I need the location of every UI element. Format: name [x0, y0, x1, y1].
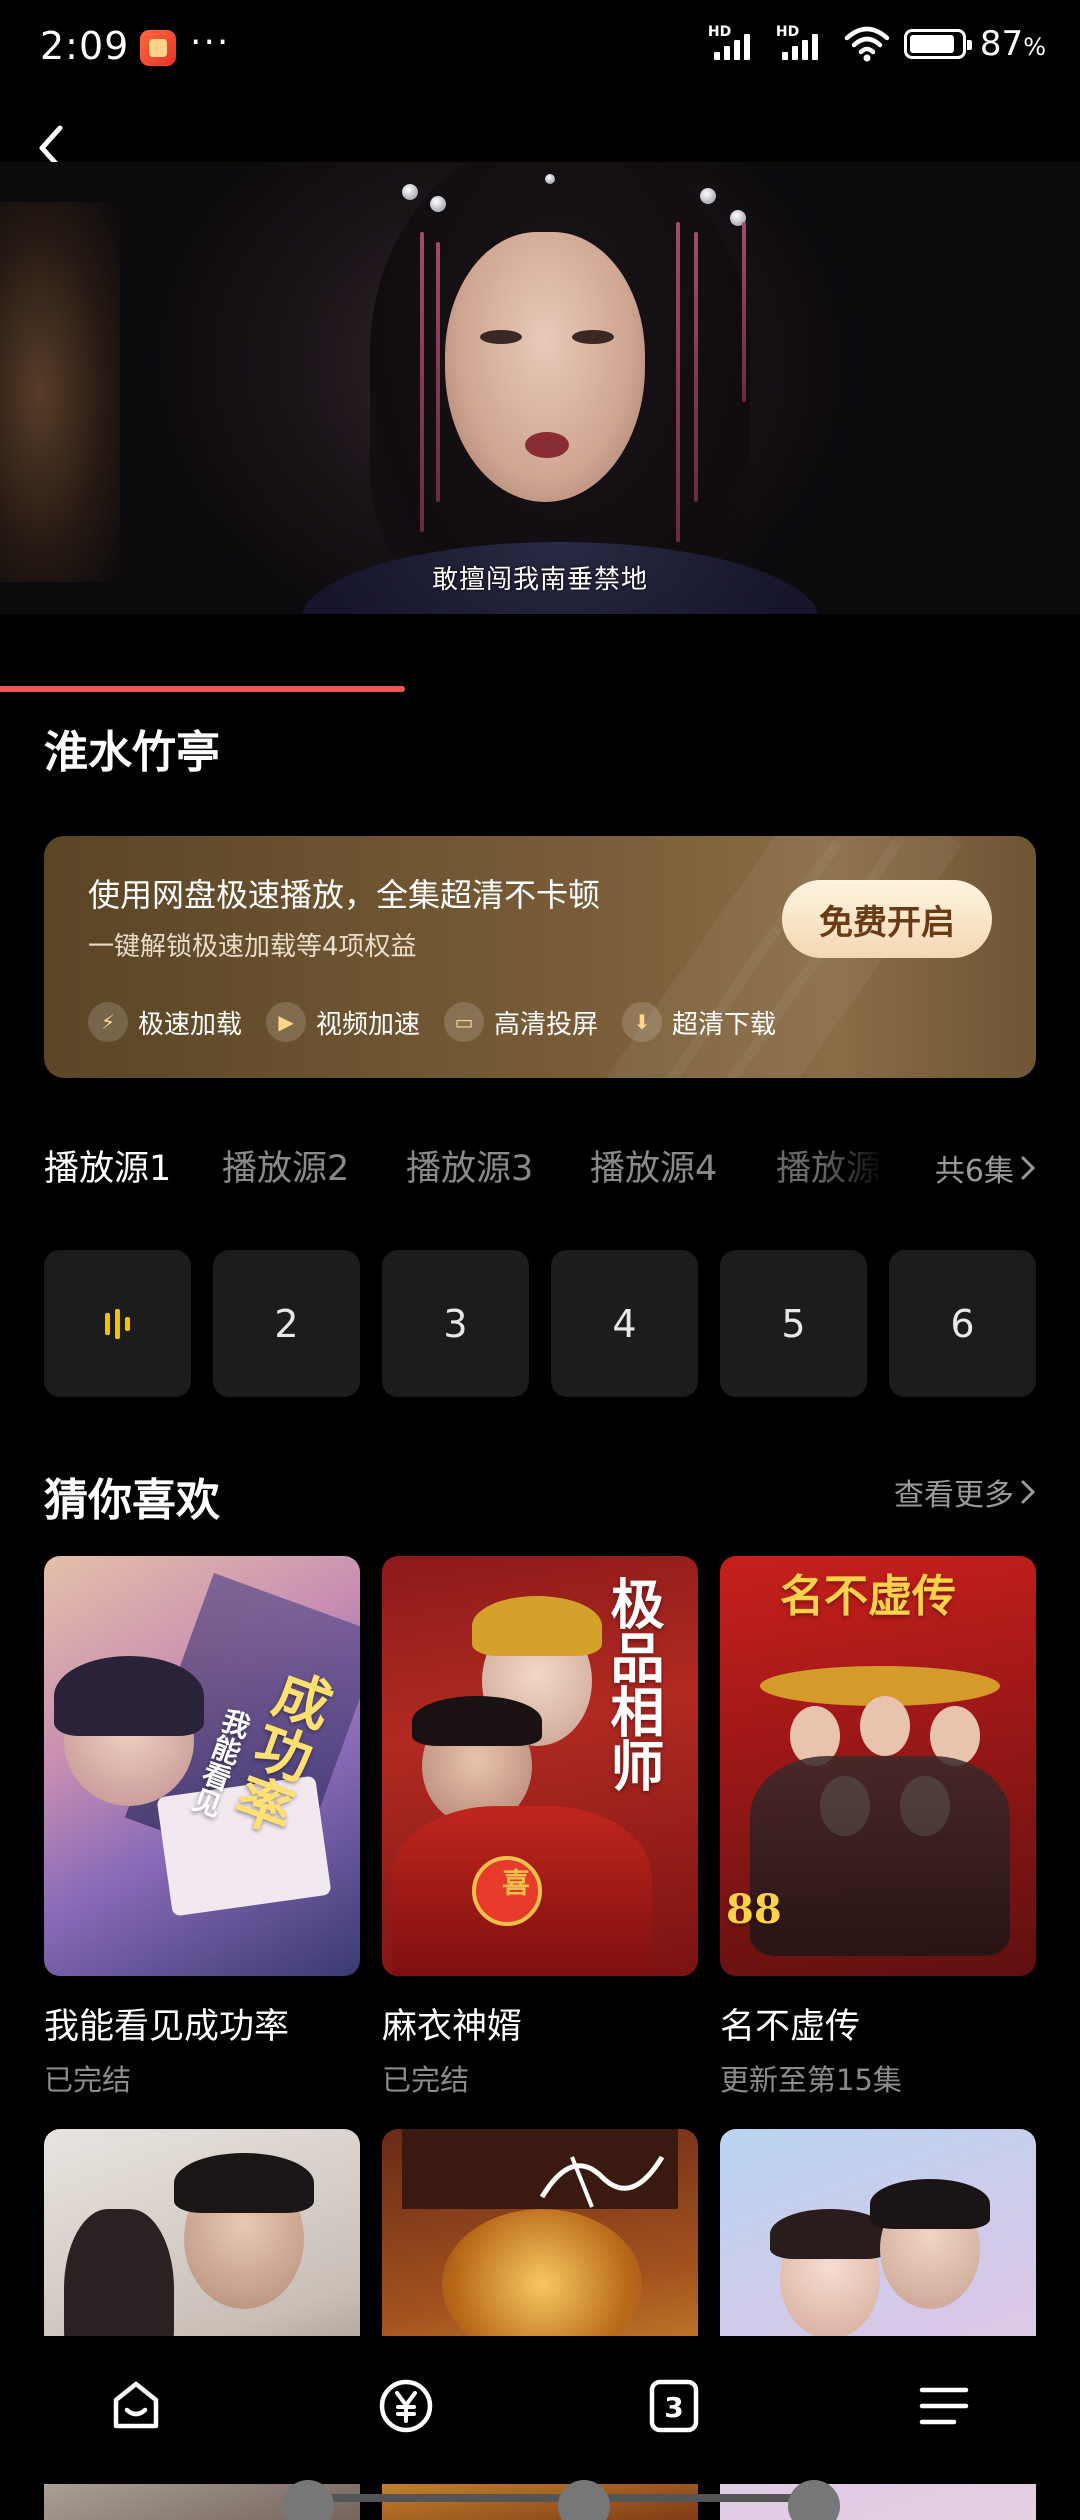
view-more-link[interactable]: 查看更多: [894, 1470, 1036, 1514]
tab-source-2[interactable]: 播放源2: [222, 1140, 349, 1191]
app-notification-icon: [140, 30, 176, 66]
home-icon: [113, 2381, 159, 2429]
recommend-card[interactable]: 极品相师 喜 麻衣神婿 已完结: [382, 1556, 698, 2099]
episode-4-button[interactable]: 4: [551, 1250, 698, 1397]
episode-list: 2 3 4 5 6: [44, 1250, 1036, 1397]
video-subtitle: 敢擅闯我南垂禁地: [431, 565, 648, 595]
view-more-label: 查看更多: [894, 1478, 1014, 1513]
video-player[interactable]: 敢擅闯我南垂禁地: [0, 162, 1080, 614]
nav-wallet-button[interactable]: [366, 2366, 446, 2446]
card-title: 名不虚传: [720, 2007, 861, 2047]
more-notifications-icon: ···: [190, 22, 231, 63]
signal-icon: HD: [708, 24, 762, 64]
cast-icon: ▭: [444, 1002, 485, 1042]
wifi-icon: [844, 26, 890, 62]
recommend-card[interactable]: 名不虚传 88 名不虚传 更新至第15集: [720, 1556, 1036, 2099]
poster-image: 成功率 我能看见: [44, 1556, 360, 1976]
episode-2-button[interactable]: 2: [213, 1250, 360, 1397]
episode-6-button[interactable]: 6: [889, 1250, 1036, 1397]
chevron-right-icon: [1021, 1480, 1036, 1504]
playback-progress-fill: [0, 686, 405, 692]
status-bar: 2:09 ··· HD HD 87%: [0, 0, 1080, 96]
card-status: 更新至第15集: [720, 2063, 902, 2097]
episode-total-link[interactable]: 共6集: [935, 1146, 1036, 1190]
episode-count-badge: 3: [664, 2391, 683, 2424]
poster-image: 极品相师 喜: [382, 1556, 698, 1976]
episode-total-label: 共6集: [934, 1154, 1014, 1189]
feature-hd-cast: ▭ 高清投屏: [444, 1002, 598, 1042]
poster-subtitle-art: 88: [726, 1886, 782, 1933]
promo-subtitle: 一键解锁极速加载等4项权益: [88, 932, 417, 962]
free-enable-button[interactable]: 免费开启: [782, 880, 992, 958]
poster-title-art: 极品相师: [601, 1576, 665, 1792]
recommend-card[interactable]: 成功率 我能看见 我能看见成功率 已完结: [44, 1556, 360, 2099]
episode-1-button[interactable]: [44, 1250, 191, 1397]
poster-image: 名不虚传 88: [720, 1556, 1036, 1976]
tab-source-3[interactable]: 播放源3: [406, 1140, 533, 1191]
status-time: 2:09: [40, 24, 130, 68]
menu-icon: [919, 2387, 969, 2425]
nav-menu-button[interactable]: [904, 2366, 984, 2446]
battery-icon: [903, 29, 972, 59]
episode-5-button[interactable]: 5: [720, 1250, 867, 1397]
card-title: 我能看见成功率: [44, 2007, 290, 2047]
playback-progress[interactable]: [0, 686, 1080, 692]
fast-forward-icon: ▶: [266, 1002, 307, 1042]
card-title: 麻衣神婿: [382, 2007, 523, 2047]
feature-label: 高清投屏: [494, 1009, 599, 1040]
feature-video-speed: ▶ 视频加速: [266, 1002, 420, 1042]
now-playing-icon: [105, 1308, 130, 1339]
battery-percent: 87%: [979, 24, 1046, 64]
poster-title-art: 名不虚传: [780, 1571, 956, 1622]
tab-source-1[interactable]: 播放源1: [44, 1140, 171, 1191]
calligraphy-art-icon: [539, 2155, 665, 2208]
chevron-right-icon: [1021, 1156, 1036, 1180]
poster-subtitle-art: 喜: [498, 1868, 531, 1896]
show-title: 淮水竹亭: [44, 727, 220, 778]
lightning-icon: ⚡: [88, 1002, 128, 1042]
feature-label: 视频加速: [316, 1009, 421, 1040]
source-tabs: 播放源1 播放源2 播放源3 播放源4 播放源5: [44, 1140, 1036, 1196]
tab-source-4[interactable]: 播放源4: [590, 1140, 717, 1191]
bottom-nav: 3: [0, 2336, 1080, 2484]
promo-banner[interactable]: 使用网盘极速播放，全集超清不卡顿 一键解锁极速加载等4项权益 免费开启 ⚡ 极速…: [44, 836, 1036, 1078]
nav-episodes-button[interactable]: 3: [634, 2366, 714, 2446]
feature-label: 超清下载: [672, 1009, 777, 1040]
feature-hd-download: ⬇ 超清下载: [622, 1002, 776, 1042]
signal-icon-2: HD: [776, 24, 830, 64]
nav-home-button[interactable]: [96, 2366, 176, 2446]
card-status: 已完结: [44, 2063, 132, 2097]
episode-3-button[interactable]: 3: [382, 1250, 529, 1397]
card-status: 已完结: [382, 2063, 470, 2097]
feature-fast-load: ⚡ 极速加载: [88, 1002, 242, 1042]
promo-title: 使用网盘极速播放，全集超清不卡顿: [88, 876, 601, 914]
yuan-icon: [379, 2379, 433, 2433]
episode-count-icon: 3: [649, 2379, 699, 2433]
download-icon: ⬇: [622, 1002, 663, 1042]
tab-source-5[interactable]: 播放源5: [776, 1140, 886, 1191]
feature-label: 极速加载: [138, 1009, 243, 1040]
recommend-title: 猜你喜欢: [44, 1475, 220, 1526]
